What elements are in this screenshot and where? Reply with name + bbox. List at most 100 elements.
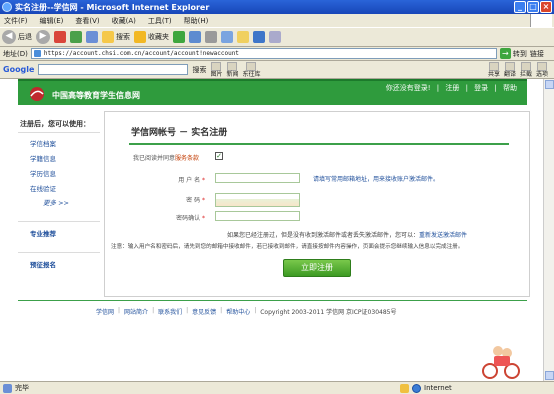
news-icon <box>227 61 238 71</box>
vertical-scrollbar[interactable] <box>543 79 554 381</box>
go-button[interactable]: → 转到 <box>499 48 527 59</box>
home-icon[interactable] <box>86 31 98 43</box>
menu-view[interactable]: 查看(V) <box>75 16 99 26</box>
confirm-password-label: 密码确认 * <box>176 215 205 222</box>
google-images-button[interactable]: 图片 <box>210 61 222 78</box>
edit-icon[interactable] <box>221 31 233 43</box>
share-icon <box>488 61 499 71</box>
options-icon <box>536 61 547 71</box>
google-translate-button[interactable]: 翻译 <box>504 61 516 78</box>
search-button[interactable]: 搜索 <box>102 31 130 43</box>
site-logo-icon <box>30 87 44 101</box>
resend-email-link[interactable]: 重新发送激活邮件 <box>419 232 467 239</box>
page-icon <box>33 50 41 57</box>
menu-edit[interactable]: 编辑(E) <box>40 16 64 26</box>
google-more-button[interactable]: 东往库 <box>242 61 261 78</box>
lock-icon <box>400 383 409 393</box>
address-input[interactable]: https://account.chsi.com.cn/account/acco… <box>30 48 497 59</box>
block-icon <box>520 61 531 71</box>
maximize-button[interactable]: □ <box>527 1 539 13</box>
register-panel: 学信网帐号 － 实名注册 我已阅读并同意服务条款 ✓ 用 户 名 * 请填写常用… <box>104 111 530 297</box>
address-label: 地址(D) <box>3 49 28 58</box>
forward-button[interactable]: ▶ <box>36 30 50 44</box>
go-arrow-icon: → <box>499 48 511 59</box>
confirm-password-input[interactable] <box>215 211 300 221</box>
page-viewport: 中国高等教育学生信息网 你还没有登录! | 注册 | 登录 | 帮助 注册后，您… <box>0 79 543 381</box>
resend-text: 如果您已经注册过，但是没有收到激活邮件或者丢失激活邮件，您可以：重新发送激活邮件 <box>227 232 468 239</box>
search-icon <box>102 31 114 43</box>
sidebar-section-enlist[interactable]: 预征报名 <box>18 252 100 269</box>
print-icon[interactable] <box>205 31 217 43</box>
star-icon <box>134 31 146 43</box>
sidebar-title: 注册后，您可以使用： <box>18 119 100 133</box>
status-bar: 完毕 Internet <box>0 381 554 394</box>
footer-link-contact[interactable]: 联系我们 <box>158 307 182 316</box>
footer-divider <box>18 300 527 301</box>
stop-icon[interactable] <box>54 31 66 43</box>
menu-favorites[interactable]: 收藏(A) <box>112 16 136 26</box>
sidebar-more-link[interactable]: 更多 >> <box>18 197 100 207</box>
google-news-button[interactable]: 新闻 <box>226 61 238 78</box>
site-header: 中国高等教育学生信息网 你还没有登录! | 注册 | 登录 | 帮助 <box>18 79 527 105</box>
address-bar: 地址(D) https://account.chsi.com.cn/accoun… <box>0 47 554 61</box>
password-label: 密 码 * <box>186 197 205 204</box>
footer-link-about[interactable]: 网站简介 <box>124 307 148 316</box>
links-label[interactable]: 链接 <box>530 49 544 59</box>
page-title: 学信网帐号 － 实名注册 <box>131 128 228 138</box>
sidebar-item-degree[interactable]: 学历信息 <box>18 168 100 178</box>
status-text: 完毕 <box>15 384 29 392</box>
google-toolbar: Google 搜索 图片 新闻 东往库 共享 翻译 拦截 选项 <box>0 61 554 79</box>
login-link[interactable]: 登录 <box>474 84 488 92</box>
register-note: 注意：输入用户名和密码后，请先到您的邮箱中接收邮件，若已接收到邮件，请直接按邮件… <box>111 244 464 250</box>
google-share-button[interactable]: 共享 <box>488 61 500 78</box>
mail-icon[interactable] <box>189 31 201 43</box>
footer-link-home[interactable]: 学信网 <box>96 307 114 316</box>
google-options-button[interactable]: 选项 <box>536 61 548 78</box>
login-status: 你还没有登录! <box>385 84 431 92</box>
sidebar-item-archive[interactable]: 学信档案 <box>18 138 100 148</box>
site-footer: 学信网 | 网站简介 | 联系我们 | 意见反馈 | 帮助中心 | Copyright 2… <box>96 307 397 316</box>
terms-link[interactable]: 服务条款 <box>175 155 199 162</box>
title-divider <box>129 143 509 145</box>
google-popup-blocker-button[interactable]: 拦截 <box>520 61 532 78</box>
menu-tools[interactable]: 工具(T) <box>148 16 172 26</box>
translate-icon <box>504 61 515 71</box>
menu-file[interactable]: 文件(F) <box>4 16 28 26</box>
window-title: 实名注册--学信网 - Microsoft Internet Explorer <box>15 3 210 12</box>
back-arrow-icon: ◀ <box>2 30 16 44</box>
favorites-button[interactable]: 收藏夹 <box>134 31 169 43</box>
history-icon[interactable] <box>173 31 185 43</box>
help-link[interactable]: 帮助 <box>503 84 517 92</box>
username-hint: 请填写常用邮箱地址，用来接收账户激活邮件。 <box>313 176 440 183</box>
password-input[interactable] <box>215 193 300 207</box>
menu-bar: 文件(F) 编辑(E) 查看(V) 收藏(A) 工具(T) 帮助(H) <box>0 14 554 27</box>
messenger-icon[interactable] <box>253 31 265 43</box>
sidebar-item-enrollment[interactable]: 学籍信息 <box>18 153 100 163</box>
site-top-links: 你还没有登录! | 注册 | 登录 | 帮助 <box>385 84 517 92</box>
register-link[interactable]: 注册 <box>445 84 459 92</box>
refresh-icon[interactable] <box>70 31 82 43</box>
scroll-up-icon[interactable] <box>545 80 554 89</box>
footer-link-feedback[interactable]: 意见反馈 <box>192 307 216 316</box>
scroll-down-icon[interactable] <box>545 371 554 380</box>
google-logo: Google <box>3 65 35 74</box>
window-titlebar: 实名注册--学信网 - Microsoft Internet Explorer … <box>0 0 554 14</box>
footer-link-help[interactable]: 帮助中心 <box>226 307 250 316</box>
folder-icon[interactable] <box>237 31 249 43</box>
menu-help[interactable]: 帮助(H) <box>184 16 209 26</box>
research-icon[interactable] <box>269 31 281 43</box>
google-search-input[interactable] <box>38 64 189 75</box>
mascot-logo-icon <box>482 346 520 379</box>
username-label: 用 户 名 * <box>178 177 205 184</box>
minimize-button[interactable]: _ <box>514 1 526 13</box>
username-input[interactable] <box>215 173 300 183</box>
google-search-button[interactable]: 搜索 <box>192 65 206 75</box>
site-name: 中国高等教育学生信息网 <box>52 91 140 100</box>
back-button[interactable]: ◀ 后退 <box>2 30 32 44</box>
register-submit-button[interactable]: 立即注册 <box>283 259 351 277</box>
sidebar-item-verify[interactable]: 在线验证 <box>18 183 100 193</box>
close-button[interactable]: × <box>540 1 552 13</box>
sidebar-section-major[interactable]: 专业推荐 <box>18 221 100 238</box>
agree-checkbox[interactable]: ✓ <box>215 152 223 160</box>
windows-logo-icon <box>530 14 552 27</box>
